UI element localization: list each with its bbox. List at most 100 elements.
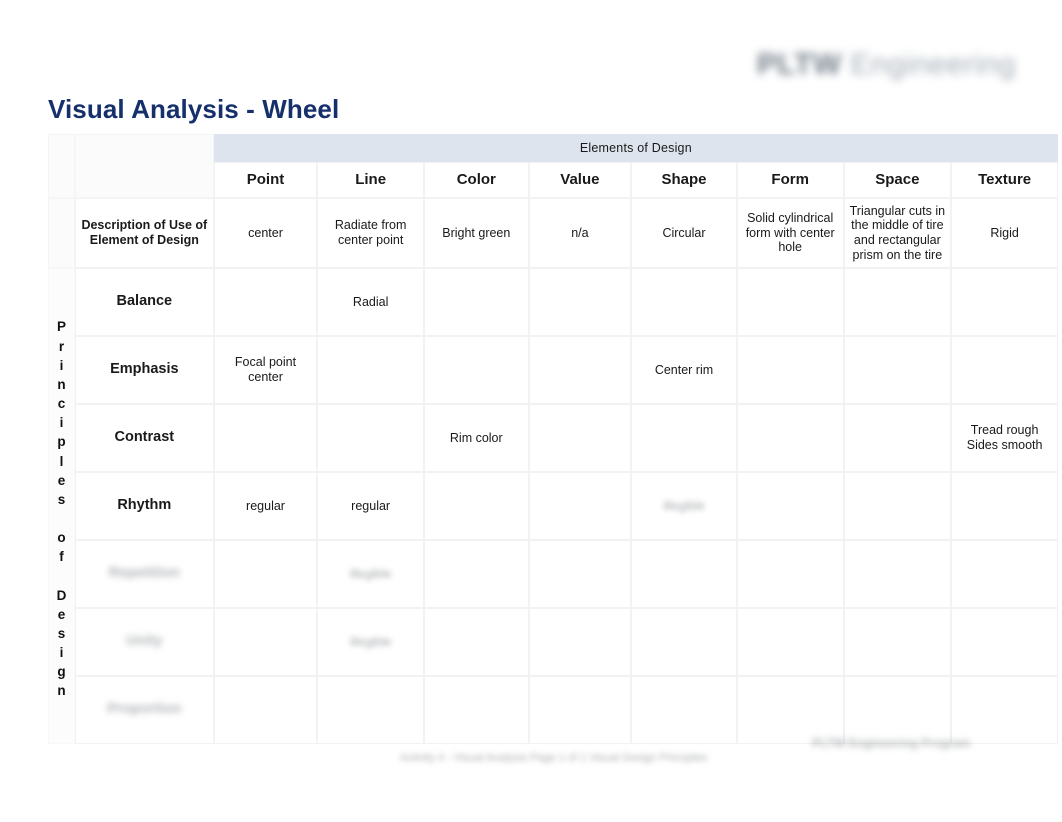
description-cell-shape[interactable]: Circular (631, 198, 737, 268)
logo-mark-text: PLTW (756, 48, 842, 81)
column-header-value: Value (528, 162, 632, 198)
cell-contrast-shape[interactable] (631, 404, 737, 472)
principle-label-contrast[interactable]: Contrast (74, 404, 214, 472)
cell-contrast-texture[interactable]: Tread rough Sides smooth (951, 404, 1058, 472)
cell-balance-value[interactable] (528, 268, 632, 336)
principle-label-text: Repetition (108, 565, 180, 582)
cell-proportion-point[interactable] (213, 676, 318, 744)
cell-unity-texture[interactable] (951, 608, 1058, 676)
table-row: Unity illegible (48, 608, 1058, 676)
cell-repetition-space[interactable] (843, 540, 952, 608)
cell-balance-texture[interactable] (951, 268, 1058, 336)
description-cell-line[interactable]: Radiate from center point (317, 198, 424, 268)
cell-proportion-value[interactable] (528, 676, 632, 744)
table-row: Rhythm regular regular illegible (48, 472, 1058, 540)
cell-emphasis-color[interactable] (423, 336, 529, 404)
principle-label-text: Balance (116, 293, 173, 310)
cell-unity-point[interactable] (213, 608, 318, 676)
principle-label-text: Rhythm (117, 497, 172, 514)
cell-emphasis-texture[interactable] (951, 336, 1058, 404)
corner-spacer-label (74, 134, 214, 198)
cell-rhythm-color[interactable] (423, 472, 529, 540)
cell-emphasis-space[interactable] (843, 336, 952, 404)
cell-emphasis-line[interactable] (317, 336, 424, 404)
cell-text: Tread rough Sides smooth (966, 423, 1043, 452)
cell-contrast-line[interactable] (317, 404, 424, 472)
principle-label-proportion[interactable]: Proportion (74, 676, 214, 744)
table-row: P r i n c i p l e s o f D e s i g n Balan… (48, 268, 1058, 744)
cell-contrast-value[interactable] (528, 404, 632, 472)
cell-unity-line[interactable]: illegible (317, 608, 424, 676)
description-cell-form[interactable]: Solid cylindrical form with center hole (736, 198, 844, 268)
principle-label-balance[interactable]: Balance (74, 268, 214, 336)
cell-repetition-shape[interactable] (631, 540, 737, 608)
cell-balance-space[interactable] (843, 268, 952, 336)
cell-proportion-texture[interactable] (951, 676, 1058, 744)
logo-word-text: Engineering (850, 48, 1016, 81)
cell-proportion-line[interactable] (317, 676, 424, 744)
cell-text: Focal point center (234, 355, 297, 384)
cell-rhythm-space[interactable] (843, 472, 952, 540)
cell-text: regular (351, 498, 391, 513)
cell-unity-color[interactable] (423, 608, 529, 676)
principle-label-text: Contrast (114, 429, 175, 446)
principle-label-emphasis[interactable]: Emphasis (74, 336, 214, 404)
cell-repetition-point[interactable] (213, 540, 318, 608)
cell-rhythm-shape[interactable]: illegible (631, 472, 737, 540)
row-axis-spacer (48, 198, 75, 268)
cell-contrast-color[interactable]: Rim color (423, 404, 529, 472)
cell-contrast-point[interactable] (213, 404, 318, 472)
cell-repetition-form[interactable] (736, 540, 844, 608)
footer-badge: PLTW Engineering Program (812, 736, 971, 750)
cell-balance-form[interactable] (736, 268, 844, 336)
cell-contrast-form[interactable] (736, 404, 844, 472)
column-header-space: Space (843, 162, 952, 198)
cell-emphasis-shape[interactable]: Center rim (631, 336, 737, 404)
cell-unity-value[interactable] (528, 608, 632, 676)
principle-label-rhythm[interactable]: Rhythm (74, 472, 214, 540)
visual-analysis-table: Elements of Design Point Line Color Value Sha… (48, 134, 1058, 744)
cell-rhythm-texture[interactable] (951, 472, 1058, 540)
description-of-use-row: Description of Use of Element of Design c… (48, 198, 1058, 268)
description-cell-point[interactable]: center (213, 198, 318, 268)
cell-text: Center rim (654, 362, 714, 377)
cell-text: illegible (663, 498, 705, 513)
principle-label-unity[interactable]: Unity (74, 608, 214, 676)
principles-of-design-vertical-text: P r i n c i p l e s o f D e s i g n (56, 319, 67, 699)
cell-balance-color[interactable] (423, 268, 529, 336)
cell-contrast-space[interactable] (843, 404, 952, 472)
cell-emphasis-point[interactable]: Focal point center (213, 336, 318, 404)
cell-repetition-texture[interactable] (951, 540, 1058, 608)
cell-balance-shape[interactable] (631, 268, 737, 336)
cell-rhythm-value[interactable] (528, 472, 632, 540)
cell-rhythm-line[interactable]: regular (317, 472, 424, 540)
cell-balance-line[interactable]: Radial (317, 268, 424, 336)
cell-balance-point[interactable] (213, 268, 318, 336)
cell-emphasis-value[interactable] (528, 336, 632, 404)
cell-text: illegible (349, 634, 392, 649)
cell-repetition-color[interactable] (423, 540, 529, 608)
cell-proportion-form[interactable] (736, 676, 844, 744)
cell-unity-form[interactable] (736, 608, 844, 676)
column-header-form: Form (736, 162, 844, 198)
footer-text: Activity 4 - Visual Analysis Page 1 of 1… (400, 752, 708, 764)
description-cell-value[interactable]: n/a (528, 198, 632, 268)
cell-rhythm-point[interactable]: regular (213, 472, 318, 540)
cell-unity-shape[interactable] (631, 608, 737, 676)
cell-repetition-line[interactable]: illegible (317, 540, 424, 608)
cell-proportion-shape[interactable] (631, 676, 737, 744)
cell-proportion-space[interactable] (843, 676, 952, 744)
cell-repetition-value[interactable] (528, 540, 632, 608)
principle-label-repetition[interactable]: Repetition (74, 540, 214, 608)
description-cell-space[interactable]: Triangular cuts in the middle of tire an… (843, 198, 952, 268)
description-cell-color[interactable]: Bright green (423, 198, 529, 268)
cell-rhythm-form[interactable] (736, 472, 844, 540)
elements-of-design-banner: Elements of Design (213, 134, 1058, 162)
cell-text: Rim color (449, 430, 503, 445)
description-cell-texture[interactable]: Rigid (951, 198, 1058, 268)
cell-unity-space[interactable] (843, 608, 952, 676)
column-header-point: Point (213, 162, 318, 198)
principle-label-text: Emphasis (110, 361, 179, 378)
cell-emphasis-form[interactable] (736, 336, 844, 404)
cell-proportion-color[interactable] (423, 676, 529, 744)
